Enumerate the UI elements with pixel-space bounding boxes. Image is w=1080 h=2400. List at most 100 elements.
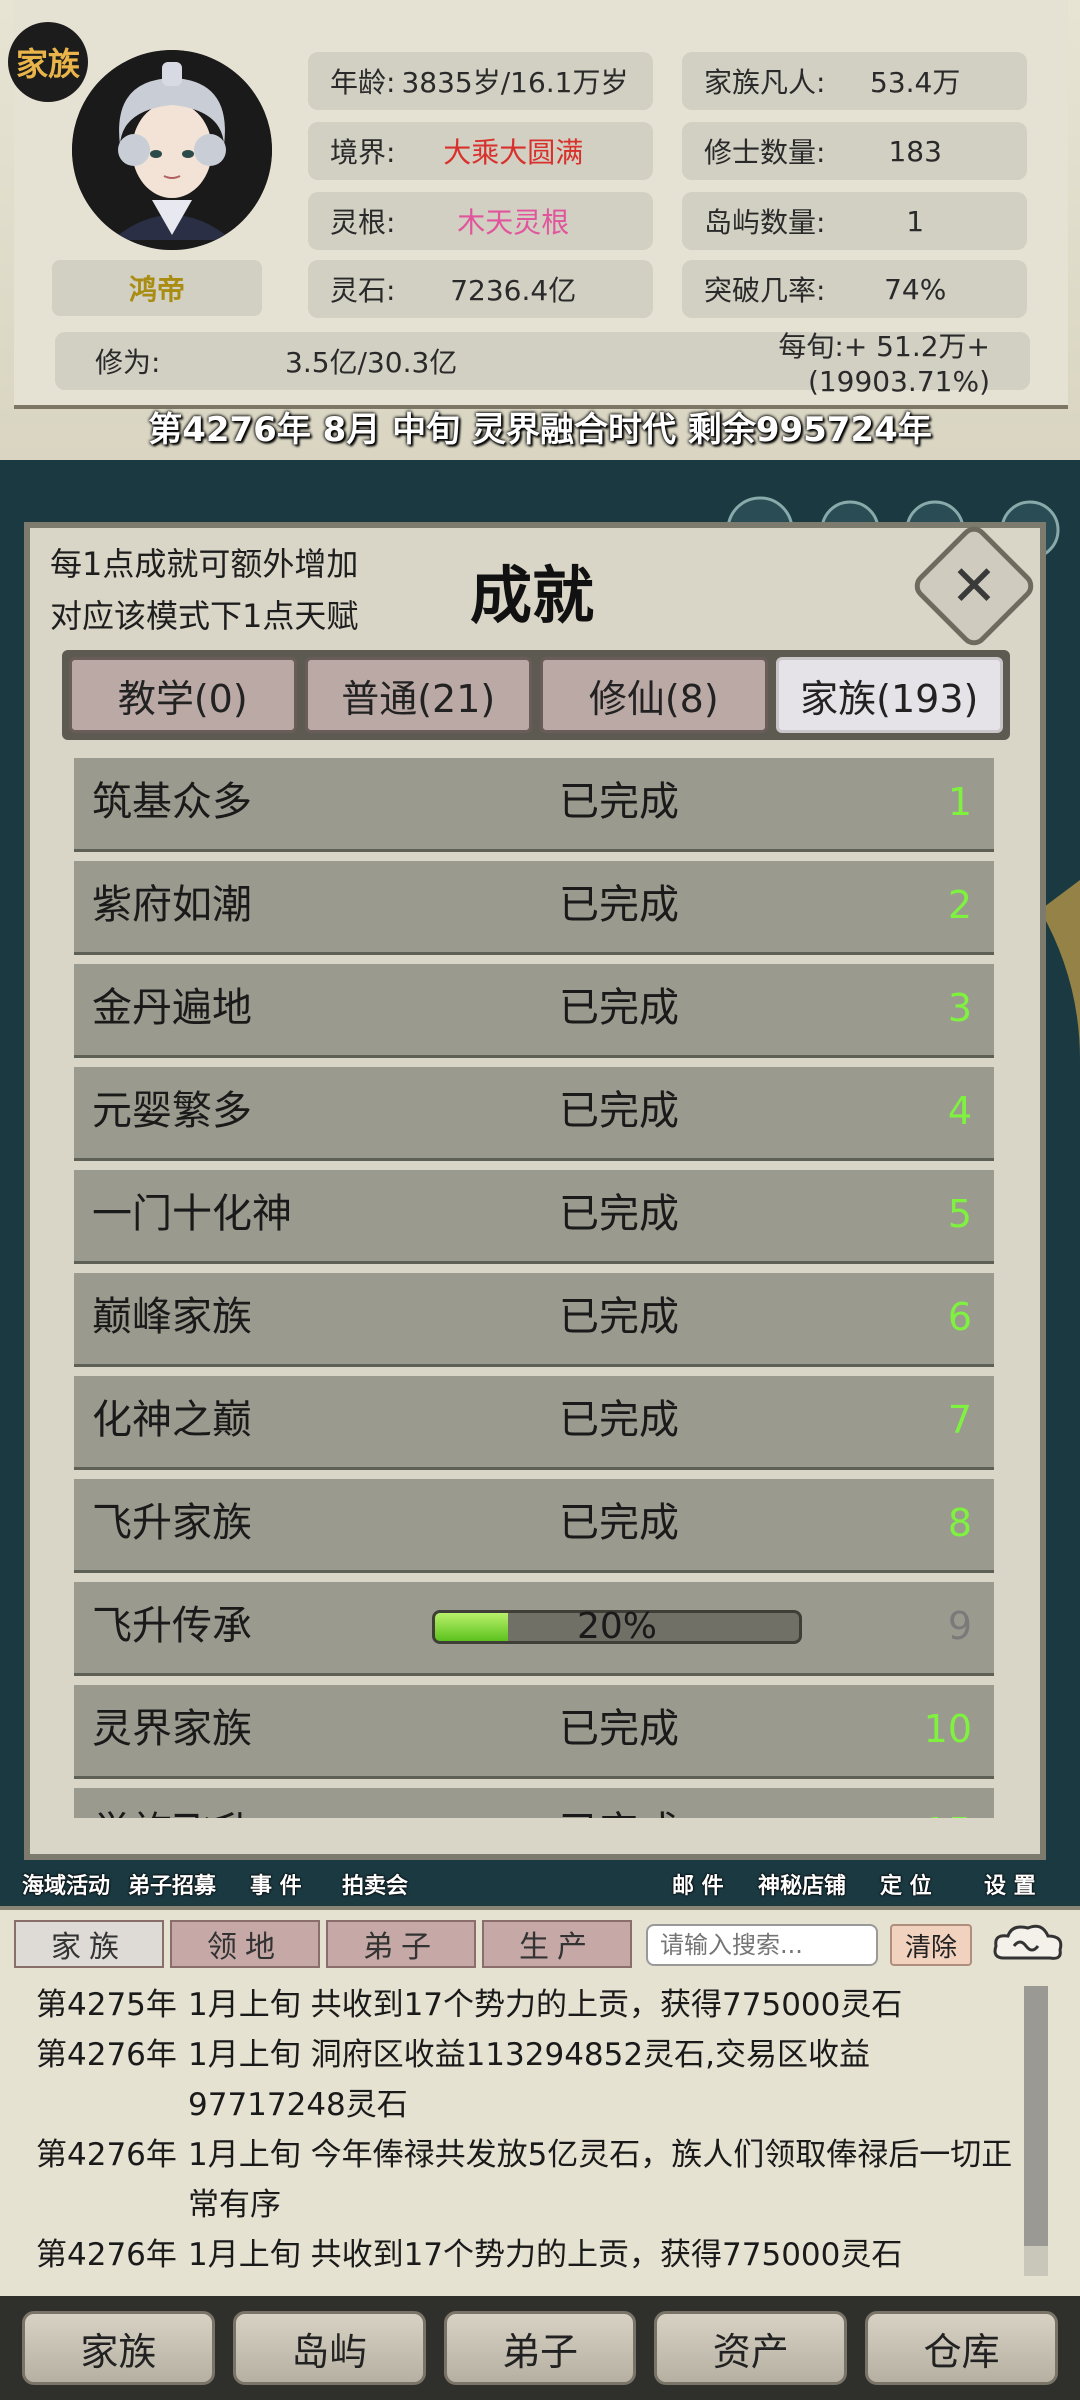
achievement-status: 已完成 — [559, 882, 679, 928]
achievement-row: 筑基众多 已完成 1 — [74, 758, 994, 852]
stat-age: 年龄: 3835岁/16.1万岁 — [308, 52, 653, 110]
log-tabs: 家族 领地 弟子 生产 — [14, 1920, 632, 1968]
achievement-name: 飞升家族 — [92, 1500, 252, 1546]
log-tab-disciples[interactable]: 弟子 — [326, 1920, 476, 1968]
avatar[interactable] — [72, 50, 272, 250]
tab-tutorial[interactable]: 教学(0) — [69, 657, 297, 733]
achievement-name: 举族飞升 — [92, 1788, 252, 1818]
tab-clan[interactable]: 家族(193) — [775, 657, 1003, 733]
achievement-status: 已完成 — [559, 1088, 679, 1134]
stat-label: 岛屿数量: — [704, 206, 826, 239]
log-entry: 第4276年 1月上旬 洞府区收益113294852灵石,交易区收益977172… — [36, 2030, 1026, 2130]
achievement-row: 举族飞升 已完成 15 — [74, 1788, 994, 1818]
menu-shop[interactable]: 神秘店铺 — [758, 1868, 846, 1900]
achievement-name: 巅峰家族 — [92, 1294, 252, 1340]
achievement-name: 筑基众多 — [92, 779, 252, 825]
achievement-name: 化神之巅 — [92, 1397, 252, 1443]
achievement-row: 飞升家族 已完成 8 — [74, 1479, 994, 1573]
achievement-number: 10 — [923, 1707, 972, 1751]
stat-value: 3835岁/16.1万岁 — [401, 66, 629, 99]
log-text: 1月上旬 共收到17个势力的上贡，获得775000灵石 — [188, 1987, 903, 2023]
achievement-hint: 每1点成就可额外增加 对应该模式下1点天赋 — [50, 538, 358, 642]
stat-mortals: 家族凡人: 53.4万 — [682, 52, 1027, 110]
nav-assets[interactable]: 资产 — [654, 2311, 848, 2385]
menu-events[interactable]: 事 件 — [250, 1868, 302, 1900]
menu-settings[interactable]: 设 置 — [984, 1868, 1036, 1900]
nav-island[interactable]: 岛屿 — [232, 2311, 426, 2385]
log-text: 1月上旬 共收到17个势力的上贡，获得775000灵石 — [188, 2237, 903, 2273]
search-input[interactable] — [646, 1924, 878, 1966]
achievement-number: 15 — [924, 1788, 972, 1818]
nav-clan[interactable]: 家族 — [22, 2311, 215, 2385]
log-entry: 第4276年 1月上旬 今年俸禄共发放5亿灵石，族人们领取俸禄后一切正常有序 — [36, 2130, 1026, 2230]
cultivation-bar: 修为: 3.5亿/30.3亿 每旬:+ 51.2万+(19903.71%) — [55, 330, 1030, 398]
log-date: 第4276年 — [36, 2137, 177, 2173]
log-list[interactable]: 第4275年 1月上旬 共收到17个势力的上贡，获得775000灵石 第4276… — [36, 1980, 1026, 2280]
tab-normal[interactable]: 普通(21) — [304, 657, 532, 733]
dialog-title: 成就 — [470, 559, 595, 632]
menu-recruit[interactable]: 弟子招募 — [128, 1868, 216, 1900]
bottom-nav: 家族 岛屿 弟子 资产 仓库 — [0, 2296, 1080, 2400]
achievement-name: 元婴繁多 — [92, 1088, 252, 1134]
stat-label: 年龄: — [330, 66, 396, 99]
menu-locate[interactable]: 定 位 — [880, 1868, 932, 1900]
hint-line: 每1点成就可额外增加 — [50, 545, 359, 583]
log-tab-production[interactable]: 生产 — [482, 1920, 632, 1968]
tab-cultivation[interactable]: 修仙(8) — [540, 657, 768, 733]
achievement-number: 4 — [947, 1089, 972, 1133]
log-entry: 第4276年 1月上旬 共收到17个势力的上贡，获得775000灵石 — [36, 2230, 1026, 2280]
menu-mail[interactable]: 邮 件 — [672, 1868, 724, 1900]
log-tab-territory[interactable]: 领地 — [170, 1920, 320, 1968]
achievement-name: 飞升传承 — [92, 1603, 252, 1649]
clear-button[interactable]: 清除 — [890, 1924, 972, 1966]
progress-text: 20% — [576, 1606, 657, 1647]
per-period-gain: 每旬:+ 51.2万+(19903.71%) — [778, 329, 990, 398]
cultivation-label: 修为: — [95, 346, 161, 379]
avatar-portrait-icon — [72, 50, 272, 250]
achievement-number: 6 — [947, 1295, 972, 1339]
achievement-row: 紫府如潮 已完成 2 — [74, 861, 994, 955]
stat-value: 1 — [906, 204, 925, 238]
achievement-number: 1 — [947, 780, 972, 824]
achievement-status: 已完成 — [559, 1191, 679, 1237]
achievement-row: 元婴繁多 已完成 4 — [74, 1067, 994, 1161]
menu-sea-events[interactable]: 海域活动 — [22, 1868, 110, 1900]
stat-label: 修士数量: — [704, 136, 826, 169]
log-date: 第4276年 — [36, 2237, 177, 2273]
hint-line: 对应该模式下1点天赋 — [50, 597, 359, 635]
log-scroll-thumb[interactable] — [1024, 1986, 1048, 2246]
achievement-status: 已完成 — [559, 1294, 679, 1340]
achievement-number: 3 — [947, 986, 972, 1030]
stat-label: 灵根: — [330, 206, 396, 239]
stat-value: 53.4万 — [870, 66, 961, 99]
nav-disciples[interactable]: 弟子 — [443, 2311, 637, 2385]
stat-value: 7236.4亿 — [450, 274, 577, 307]
cloud-icon[interactable] — [990, 1918, 1066, 1970]
achievement-number: 2 — [947, 883, 972, 927]
achievement-status: 已完成 — [559, 1788, 679, 1818]
achievement-row: 一门十化神 已完成 5 — [74, 1170, 994, 1264]
log-tab-clan[interactable]: 家族 — [14, 1920, 164, 1968]
log-date: 第4276年 — [36, 2037, 177, 2073]
achievement-tabs: 教学(0) 普通(21) 修仙(8) 家族(193) — [62, 650, 1010, 740]
stat-label: 境界: — [330, 136, 396, 169]
achievement-number: 8 — [947, 1501, 972, 1545]
achievement-name: 金丹遍地 — [92, 985, 252, 1031]
clan-badge[interactable]: 家族 — [8, 22, 88, 102]
stat-value: 74% — [884, 272, 947, 306]
stat-value: 木天灵根 — [457, 206, 570, 239]
log-date: 第4275年 — [36, 1987, 177, 2023]
achievement-status: 已完成 — [559, 779, 679, 825]
stat-value: 183 — [888, 134, 942, 168]
nav-warehouse[interactable]: 仓库 — [865, 2311, 1058, 2385]
stat-cultivators: 修士数量: 183 — [682, 122, 1027, 180]
stat-label: 灵石: — [330, 274, 396, 307]
log-text: 1月上旬 洞府区收益113294852灵石,交易区收益97717248灵石 — [188, 2037, 870, 2123]
stat-islands: 岛屿数量: 1 — [682, 192, 1027, 250]
cultivation-value: 3.5亿/30.3亿 — [285, 346, 458, 379]
player-name[interactable]: 鸿帝 — [52, 260, 262, 316]
achievement-list[interactable]: 筑基众多 已完成 1 紫府如潮 已完成 2 金丹遍地 已完成 3 元婴繁多 已完… — [74, 758, 994, 1818]
menu-auction[interactable]: 拍卖会 — [342, 1868, 408, 1900]
close-icon[interactable]: ✕ — [928, 540, 1020, 632]
achievement-status: 已完成 — [559, 985, 679, 1031]
